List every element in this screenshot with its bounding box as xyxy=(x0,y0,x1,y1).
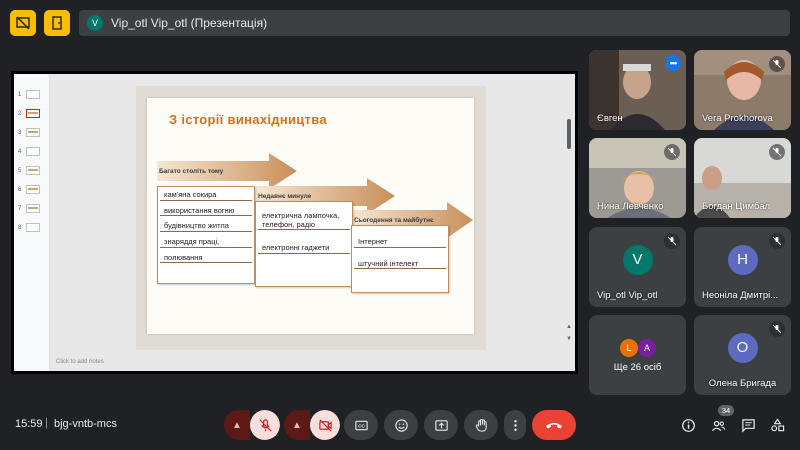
closed-captions-icon: CC xyxy=(354,420,368,430)
camera-off-icon xyxy=(318,418,332,432)
column-heading: Багато століть тому xyxy=(159,168,224,175)
people-icon xyxy=(711,420,725,431)
slide-content: З історії винахідництва Багато століть т… xyxy=(147,98,474,334)
mic-toggle-button[interactable] xyxy=(250,410,280,440)
participant-name: Євген xyxy=(597,113,623,124)
scrollbar[interactable] xyxy=(567,119,571,149)
participant-tile[interactable]: V Vip_otl Vip_otl xyxy=(589,227,686,307)
more-options-button[interactable] xyxy=(504,410,526,440)
scroll-down-arrow[interactable]: ▼ xyxy=(566,336,572,342)
list-item: електронні гаджети xyxy=(258,244,350,254)
presentation-title: Vip_otl Vip_otl (Презентація) xyxy=(111,16,268,30)
slide-thumbnail[interactable]: 3 xyxy=(18,128,40,137)
more-options-icon[interactable]: ••• xyxy=(665,55,681,71)
slide-thumbnail[interactable]: 2 xyxy=(18,109,40,118)
slide-thumbnail[interactable]: 5 xyxy=(18,166,40,175)
avatar: V xyxy=(622,244,653,275)
speaker-notes[interactable]: Click to add notes xyxy=(56,359,104,365)
participant-tile[interactable]: Богдан Цимбал xyxy=(694,138,791,218)
mic-off-icon xyxy=(664,233,680,249)
participant-name: Неоніла Дмитрі... xyxy=(702,290,779,301)
column-heading: Недавнє минуле xyxy=(258,193,312,200)
info-icon xyxy=(681,418,695,432)
chat-button[interactable] xyxy=(739,416,757,434)
meeting-code: bjg-vntb-mcs xyxy=(54,418,117,430)
present-screen-icon xyxy=(434,419,448,431)
participant-name: Vip_otl Vip_otl xyxy=(597,290,658,301)
list-item: будівництво житла xyxy=(160,222,252,232)
participant-name: Vera Prokhorova xyxy=(702,113,773,124)
mic-off-icon xyxy=(769,56,785,72)
column-box: електрична лампочка, телефон, радіо елек… xyxy=(255,201,353,287)
camera-control: ▲ xyxy=(284,410,340,440)
slide-thumbnails: 1 2 3 4 5 6 7 8 xyxy=(14,74,50,371)
participant-tile[interactable]: ••• Євген xyxy=(589,50,686,130)
more-vert-icon xyxy=(513,419,517,431)
camera-options-caret-icon[interactable]: ▲ xyxy=(284,410,310,440)
separator: | xyxy=(45,417,48,429)
mic-off-icon xyxy=(664,144,680,160)
avatar: H xyxy=(727,244,758,275)
door-icon xyxy=(52,16,62,30)
participant-tile[interactable]: H Неоніла Дмитрі... xyxy=(694,227,791,307)
avatar: L xyxy=(620,339,638,357)
svg-text:CC: CC xyxy=(358,423,365,428)
slide-thumbnail[interactable]: 1 xyxy=(18,90,40,99)
list-item: електрична лампочка, телефон, радіо xyxy=(258,211,350,231)
present-off-button[interactable] xyxy=(10,10,36,36)
scroll-up-arrow[interactable]: ▲ xyxy=(566,324,572,330)
avatar: O xyxy=(727,332,758,363)
presentation-off-icon xyxy=(16,16,30,30)
list-item: кам'яна сокира xyxy=(160,190,252,201)
avatar: A xyxy=(638,339,656,357)
slide-thumbnail[interactable]: 6 xyxy=(18,185,40,194)
exit-presentation-button[interactable] xyxy=(44,10,70,36)
list-item: використання вогню xyxy=(160,206,252,217)
captions-button[interactable]: CC xyxy=(344,410,378,440)
slide-thumbnail[interactable]: 8 xyxy=(18,223,40,232)
others-tile[interactable]: L A Ще 26 осіб xyxy=(589,315,686,395)
column-box: кам'яна сокира використання вогню будівн… xyxy=(157,186,255,284)
phone-hangup-icon xyxy=(546,423,562,429)
people-button[interactable] xyxy=(709,416,727,434)
column-box: Інтернет штучний інтелект xyxy=(351,225,449,293)
meeting-details-button[interactable] xyxy=(679,416,697,434)
participant-tile[interactable]: Нина Левченко xyxy=(589,138,686,218)
slide-thumbnail[interactable]: 7 xyxy=(18,204,40,213)
mic-control: ▲ xyxy=(224,410,280,440)
participant-name: Олена Бригада xyxy=(708,378,777,389)
people-count-badge: 34 xyxy=(718,405,734,416)
reactions-button[interactable] xyxy=(384,410,418,440)
mic-options-caret-icon[interactable]: ▲ xyxy=(224,410,250,440)
mic-off-icon xyxy=(769,233,785,249)
chat-icon xyxy=(741,418,755,433)
raise-hand-button[interactable] xyxy=(464,410,498,440)
participant-name: Нина Левченко xyxy=(597,201,664,212)
activities-button[interactable] xyxy=(768,416,786,434)
list-item: Інтернет xyxy=(354,237,446,248)
presentation-title-bar: V Vip_otl Vip_otl (Презентація) xyxy=(79,10,790,36)
hand-icon xyxy=(475,418,487,432)
mic-off-icon xyxy=(769,144,785,160)
slide-title: З історії винахідництва xyxy=(169,112,327,127)
list-item: штучний інтелект xyxy=(354,259,446,270)
slide-thumbnail[interactable]: 4 xyxy=(18,147,40,156)
mic-off-icon xyxy=(258,418,272,432)
mic-off-icon xyxy=(769,321,785,337)
participant-tile[interactable]: Vera Prokhorova xyxy=(694,50,791,130)
present-now-button[interactable] xyxy=(424,410,458,440)
current-slide: З історії винахідництва Багато століть т… xyxy=(136,86,486,350)
camera-toggle-button[interactable] xyxy=(310,410,340,440)
column-heading: Сьогодення та майбутнє xyxy=(354,217,434,224)
presenter-avatar: V xyxy=(87,15,103,31)
activities-icon xyxy=(770,417,784,431)
others-count: Ще 26 осіб xyxy=(613,362,662,373)
clock: 15:59 xyxy=(15,418,43,430)
list-item: знаряддя праці, xyxy=(160,237,252,248)
emoji-icon xyxy=(394,418,408,432)
participant-tile[interactable]: O Олена Бригада xyxy=(694,315,791,395)
participant-name: Богдан Цимбал xyxy=(702,201,771,212)
list-item: полювання xyxy=(160,253,252,264)
leave-call-button[interactable] xyxy=(532,410,576,440)
